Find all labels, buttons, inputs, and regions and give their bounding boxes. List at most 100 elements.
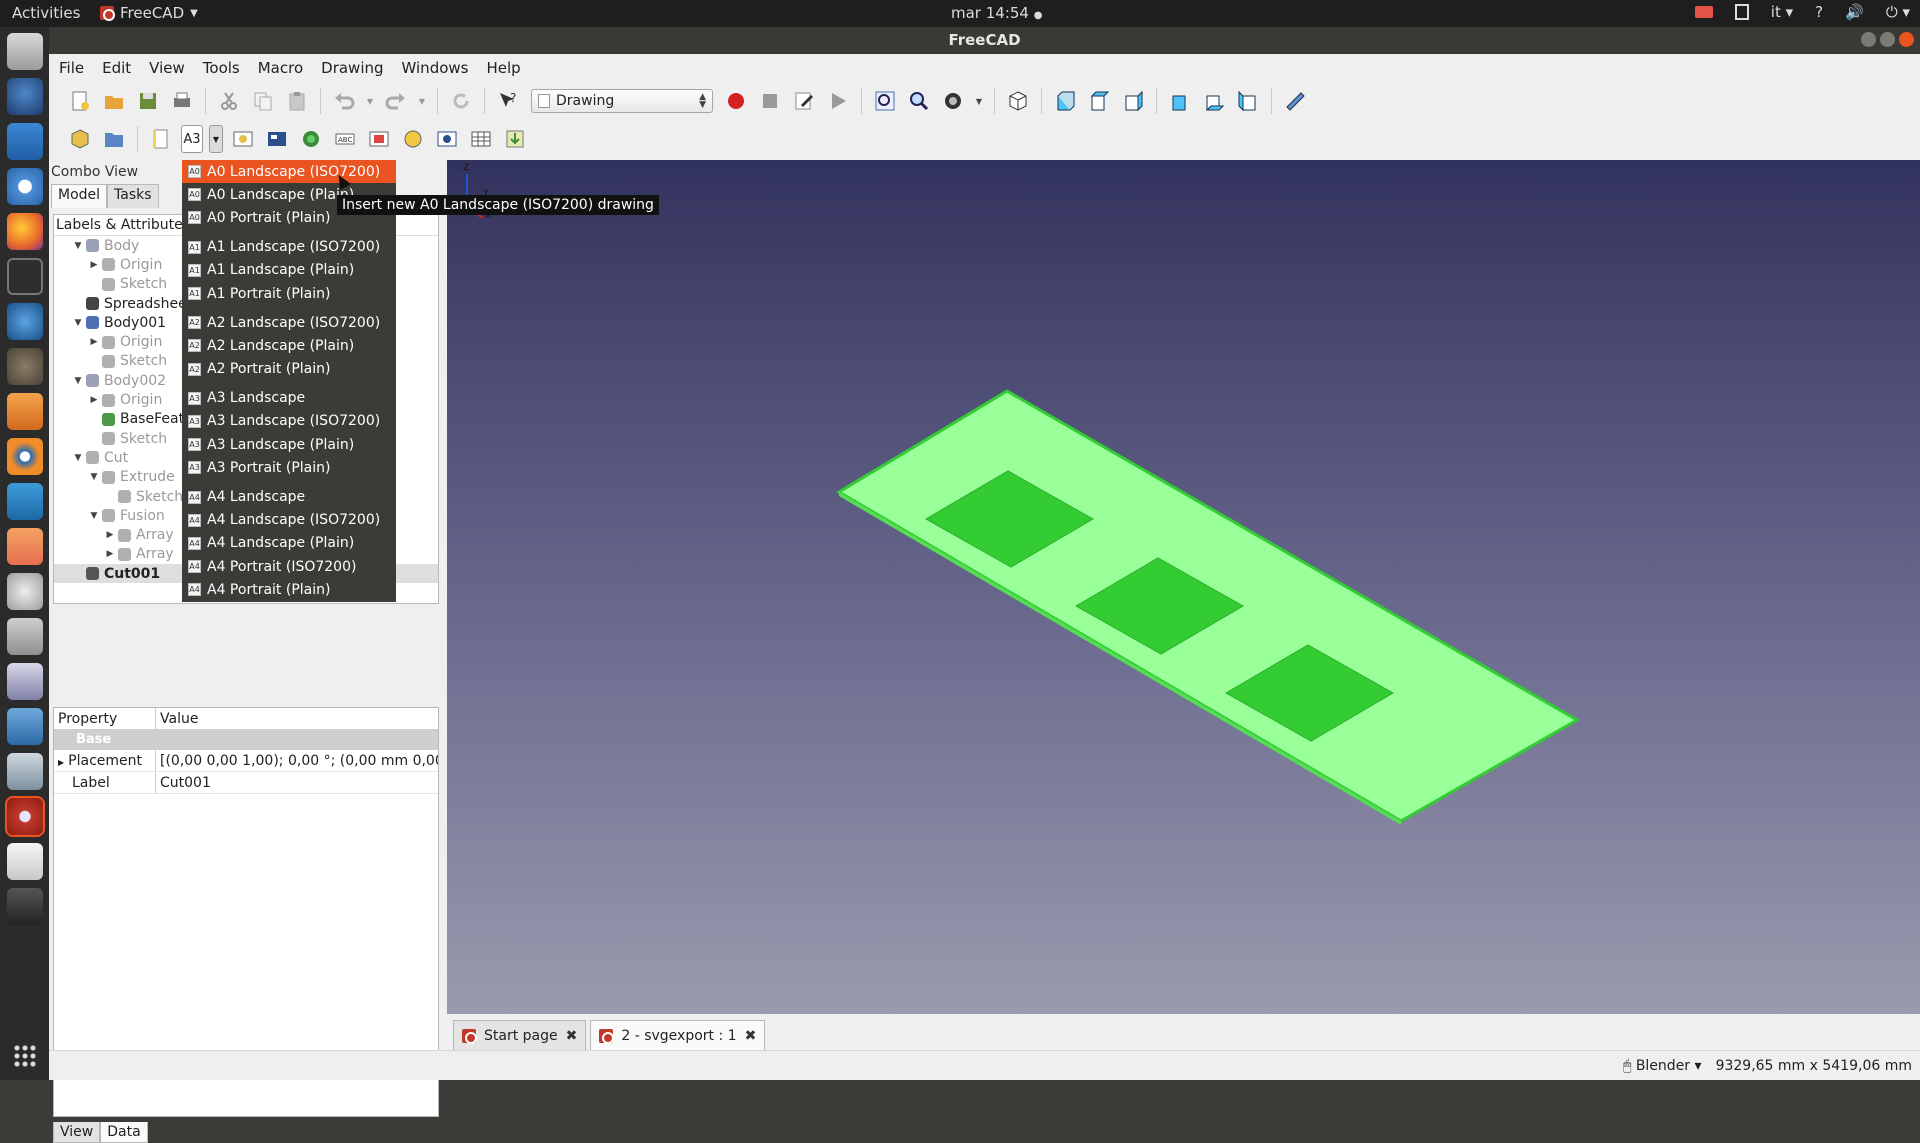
draft-view-button[interactable] <box>433 125 461 153</box>
clip-button[interactable] <box>365 125 393 153</box>
spreadsheet-view-button[interactable] <box>467 125 495 153</box>
menu-item[interactable]: A3 A3 Landscape <box>182 387 396 410</box>
macro-edit-button[interactable] <box>790 87 818 115</box>
draw-style-dropdown[interactable]: ▼ <box>973 87 985 115</box>
view-top-button[interactable] <box>1085 87 1113 115</box>
expand-arrow-icon[interactable]: ▶ <box>86 395 102 405</box>
menu-item[interactable]: A4 A4 Portrait (ISO7200) <box>182 555 396 578</box>
tab-data[interactable]: Data <box>100 1122 148 1143</box>
view-isometric-button[interactable] <box>1004 87 1032 115</box>
tab-model[interactable]: Model <box>51 184 108 208</box>
open-button[interactable] <box>100 87 128 115</box>
view-right-button[interactable] <box>1119 87 1147 115</box>
volume-icon[interactable]: 🔊 <box>1845 3 1864 21</box>
whats-this-button[interactable]: ? <box>494 87 522 115</box>
cube-app-icon[interactable] <box>6 753 43 790</box>
camera-icon[interactable] <box>6 618 43 655</box>
annotation-button[interactable]: ABC <box>331 125 359 153</box>
part-button[interactable] <box>66 125 94 153</box>
view-front-button[interactable] <box>1051 87 1079 115</box>
expand-arrow-icon[interactable]: ▶ <box>102 549 118 559</box>
view-left-button[interactable] <box>1234 87 1262 115</box>
menu-windows[interactable]: Windows <box>402 59 469 77</box>
video-editor-icon[interactable] <box>6 888 43 925</box>
menu-item[interactable]: A4 A4 Landscape (ISO7200) <box>182 509 396 532</box>
ortho-views-button[interactable] <box>263 125 291 153</box>
undo-dropdown[interactable]: ▼ <box>364 87 376 115</box>
macro-record-button[interactable] <box>722 87 750 115</box>
property-row-label[interactable]: Label Cut001 <box>54 772 438 794</box>
menu-item[interactable]: A3 A3 Landscape (ISO7200) <box>182 410 396 433</box>
menu-edit[interactable]: Edit <box>102 59 131 77</box>
maximize-button[interactable] <box>1880 32 1895 47</box>
menu-item[interactable]: A2 A2 Landscape (ISO7200) <box>182 311 396 334</box>
expand-arrow-icon[interactable]: ▼ <box>70 241 86 251</box>
refresh-button[interactable] <box>447 87 475 115</box>
menu-view[interactable]: View <box>149 59 185 77</box>
tab-view[interactable]: View <box>53 1122 101 1143</box>
label-value[interactable]: Cut001 <box>156 772 438 793</box>
macro-run-button[interactable] <box>824 87 852 115</box>
expand-arrow-icon[interactable]: ▶ <box>86 260 102 270</box>
menu-file[interactable]: File <box>59 59 84 77</box>
files-icon[interactable] <box>6 33 43 70</box>
property-row-placement[interactable]: ▶ Placement [(0,00 0,00 1,00); 0,00 °; (0… <box>54 750 438 772</box>
fit-all-button[interactable] <box>871 87 899 115</box>
menu-item[interactable]: A0 A0 Landscape (ISO7200) <box>182 160 396 184</box>
minimize-button[interactable] <box>1861 32 1876 47</box>
power-icon[interactable]: ⏻ ▾ <box>1886 3 1910 21</box>
open-svg-button[interactable] <box>147 125 175 153</box>
fit-selection-button[interactable] <box>905 87 933 115</box>
clipboard-icon[interactable] <box>1734 4 1749 20</box>
camera-recording-icon[interactable] <box>1694 6 1713 18</box>
paste-button[interactable] <box>283 87 311 115</box>
freecad-launcher-icon[interactable] <box>4 796 45 837</box>
open-browser-button[interactable] <box>297 125 325 153</box>
gimp-icon[interactable] <box>6 348 43 385</box>
draw-style-button[interactable] <box>939 87 967 115</box>
tab-start-page[interactable]: Start page ✖ <box>453 1020 587 1050</box>
menu-item[interactable]: A3 A3 Portrait (Plain) <box>182 456 396 479</box>
print-button[interactable] <box>168 87 196 115</box>
expand-arrow-icon[interactable]: ▶ <box>58 758 64 767</box>
clock[interactable]: mar 14:54 ● <box>951 4 1042 22</box>
menu-item[interactable]: A1 A1 Landscape (Plain) <box>182 259 396 282</box>
cut-button[interactable] <box>215 87 243 115</box>
expand-arrow-icon[interactable]: ▼ <box>70 453 86 463</box>
menu-tools[interactable]: Tools <box>203 59 240 77</box>
expand-arrow-icon[interactable]: ▼ <box>86 472 102 482</box>
placement-value[interactable]: [(0,00 0,00 1,00); 0,00 °; (0,00 mm 0,00… <box>156 750 438 771</box>
help-icon[interactable]: ? <box>1815 3 1823 21</box>
menu-item[interactable]: A1 A1 Landscape (ISO7200) <box>182 236 396 259</box>
menu-item[interactable]: A1 A1 Portrait (Plain) <box>182 282 396 305</box>
close-tab-icon[interactable]: ✖ <box>745 1028 757 1044</box>
tab-tasks[interactable]: Tasks <box>107 184 159 208</box>
save-button[interactable] <box>134 87 162 115</box>
menu-item[interactable]: A2 A2 Landscape (Plain) <box>182 334 396 357</box>
writer-icon[interactable] <box>6 123 43 160</box>
new-file-button[interactable] <box>66 87 94 115</box>
redo-button[interactable] <box>382 87 410 115</box>
insert-view-button[interactable] <box>229 125 257 153</box>
arrows-icon[interactable] <box>6 708 43 745</box>
3d-view[interactable]: Z Y X <box>447 160 1920 1014</box>
language-indicator[interactable]: it ▾ <box>1771 3 1793 21</box>
expand-arrow-icon[interactable]: ▶ <box>102 530 118 540</box>
export-page-button[interactable] <box>501 125 529 153</box>
settings-icon[interactable] <box>6 573 43 610</box>
group-button[interactable] <box>100 125 128 153</box>
text-editor-icon[interactable] <box>6 843 43 880</box>
menu-item[interactable]: A2 A2 Portrait (Plain) <box>182 358 396 381</box>
view-bottom-button[interactable] <box>1200 87 1228 115</box>
menu-item[interactable]: A4 A4 Landscape <box>182 485 396 508</box>
expand-arrow-icon[interactable]: ▶ <box>86 337 102 347</box>
close-tab-icon[interactable]: ✖ <box>566 1028 578 1044</box>
symbol-button[interactable] <box>399 125 427 153</box>
expand-arrow-icon[interactable]: ▼ <box>86 511 102 521</box>
activities-button[interactable]: Activities <box>12 4 80 22</box>
redo-dropdown[interactable]: ▼ <box>416 87 428 115</box>
thunderbird-icon[interactable] <box>6 78 43 115</box>
menu-item[interactable]: A4 A4 Landscape (Plain) <box>182 532 396 555</box>
firefox-icon[interactable] <box>6 213 43 250</box>
menu-help[interactable]: Help <box>486 59 520 77</box>
